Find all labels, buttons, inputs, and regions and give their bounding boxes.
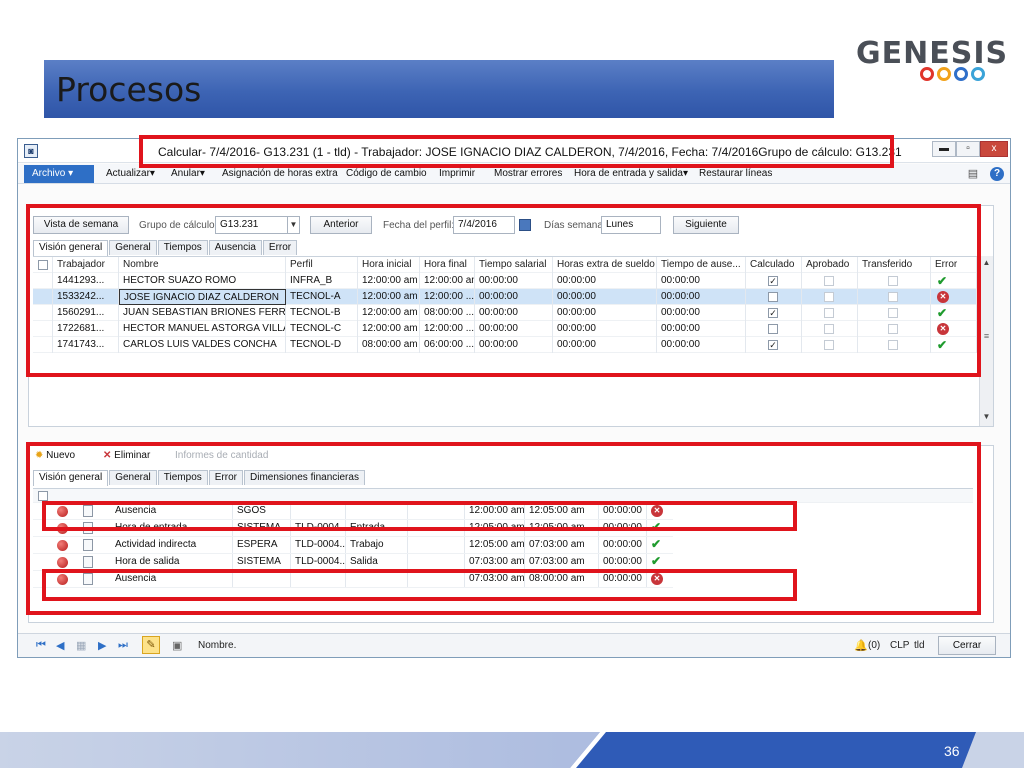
workers-scrollbar[interactable]: ▲ ≡ ▼ — [979, 256, 993, 426]
annotation-caption — [139, 135, 894, 168]
menu-archivo[interactable]: Archivo ▾ — [24, 165, 94, 183]
logo-ring-blue — [954, 67, 968, 81]
scroll-up-icon[interactable]: ▲ — [980, 256, 993, 270]
logo-rings — [920, 67, 985, 81]
close-window-button[interactable]: x — [980, 141, 1008, 157]
menu-restore-lines[interactable]: Restaurar líneas — [699, 168, 772, 179]
layout-icon[interactable]: ▤ — [966, 167, 980, 181]
maximize-button[interactable]: ▫ — [956, 141, 980, 157]
last-record-icon[interactable]: ⏭ — [118, 639, 128, 652]
menu-overtime[interactable]: Asignación de horas extra — [222, 168, 338, 179]
scroll-grip-icon[interactable]: ≡ — [982, 332, 991, 341]
logo-ring-cyan — [971, 67, 985, 81]
slide-title: Procesos — [56, 70, 202, 109]
next-record-icon[interactable]: ▶ — [98, 639, 106, 652]
annotation-absence-2 — [42, 569, 797, 601]
annotation-workers — [26, 204, 981, 377]
previous-record-icon[interactable]: ◀ — [56, 639, 64, 652]
scroll-down-icon[interactable]: ▼ — [980, 410, 993, 424]
currency: CLP — [890, 640, 910, 651]
status-bar: ⏮ ◀ ▦ ▶ ⏭ ✎ ▣ Nombre. 🔔 (0) CLP tld Cerr… — [18, 633, 1010, 657]
company: tld — [914, 640, 925, 651]
menu-change-code[interactable]: Código de cambio — [346, 168, 427, 179]
edit-pencil-icon[interactable]: ✎ — [142, 636, 160, 654]
minimize-button[interactable]: ▬ — [932, 141, 956, 157]
grid-view-icon[interactable]: ▦ — [76, 639, 86, 652]
help-icon[interactable]: ? — [990, 167, 1004, 181]
logo-ring-orange — [937, 67, 951, 81]
menu-actualizar[interactable]: Actualizar▾ — [106, 168, 155, 179]
menu-print[interactable]: Imprimir — [439, 168, 475, 179]
page-number: 36 — [944, 743, 960, 759]
menu-show-errors[interactable]: Mostrar errores — [494, 168, 562, 179]
app-icon: ◙ — [24, 144, 38, 158]
attachment-icon[interactable]: ▣ — [172, 639, 182, 652]
bell-icon[interactable]: 🔔 — [854, 639, 868, 652]
status-help-text: Nombre. — [198, 640, 237, 651]
genesis-logo: GENESIS — [856, 36, 1007, 84]
annotation-absence-1 — [42, 501, 797, 531]
logo-wordmark: GENESIS — [856, 36, 1009, 71]
menu-clock-in-out[interactable]: Hora de entrada y salida▾ — [574, 168, 688, 179]
menu-anular[interactable]: Anular▾ — [171, 168, 205, 179]
close-button[interactable]: Cerrar — [938, 636, 996, 655]
slide-title-band: Procesos — [44, 60, 834, 118]
first-record-icon[interactable]: ⏮ — [36, 639, 46, 652]
logo-ring-red — [920, 67, 934, 81]
alerts-count: (0) — [868, 640, 881, 651]
